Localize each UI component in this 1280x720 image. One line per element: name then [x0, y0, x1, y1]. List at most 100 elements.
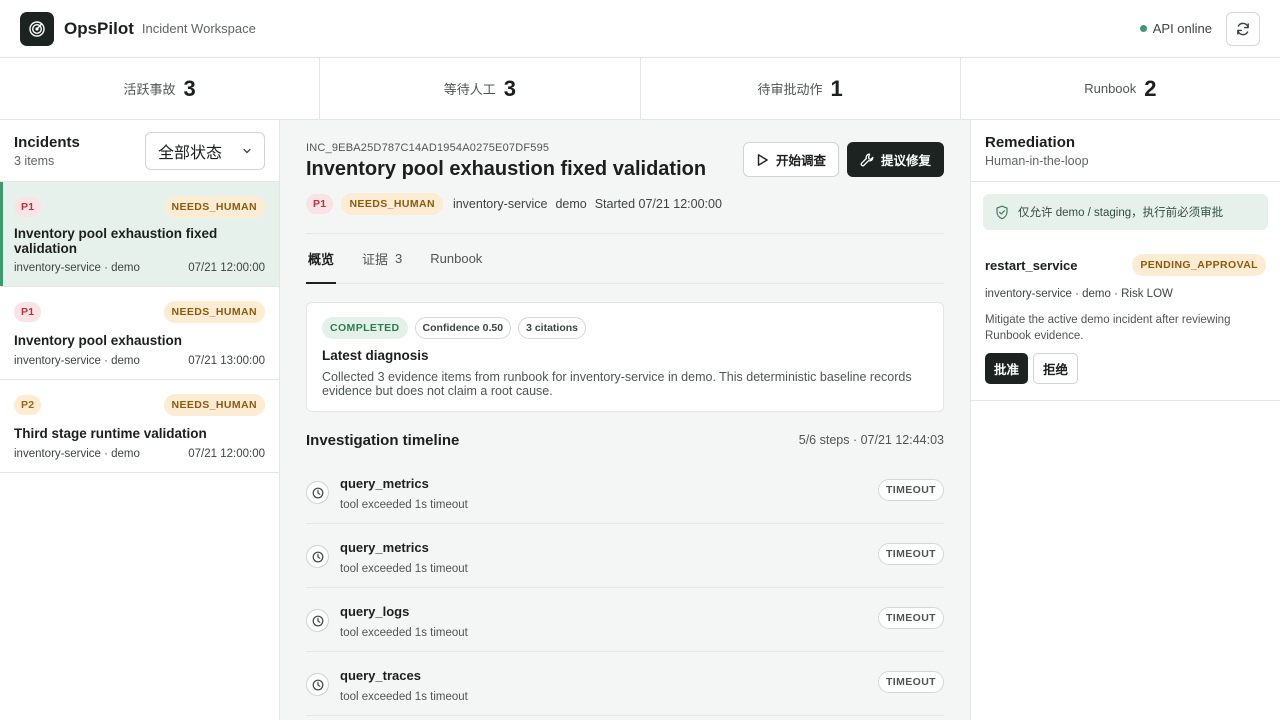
- step-status-badge: TIMEOUT: [877, 543, 944, 565]
- suggest-fix-button[interactable]: 提议修复: [846, 142, 944, 177]
- stat-value: 3: [183, 75, 196, 101]
- remediation-header: Remediation Human-in-the-loop: [971, 120, 1280, 182]
- spiral-logo-icon[interactable]: [20, 11, 54, 46]
- approve-button[interactable]: 批准: [985, 353, 1029, 384]
- remediation-panel: Remediation Human-in-the-loop 仅允许 demo /…: [970, 120, 1280, 720]
- stat-pending-actions: 待审批动作 1: [641, 58, 961, 119]
- incident-detail-panel: INC_9EBA25D787C14AD1954A0275E07DF595 Inv…: [280, 120, 970, 720]
- action-status-badge: PENDING_APPROVAL: [1132, 254, 1266, 276]
- status-filter-value: 全部状态: [158, 144, 223, 162]
- priority-badge: P1: [306, 194, 334, 214]
- timeline-list: query_metrics tool exceeded 1s timeout T…: [306, 460, 944, 716]
- stat-label: 等待人工: [443, 82, 496, 97]
- api-status: API online: [1139, 21, 1212, 36]
- status-filter-select[interactable]: 全部状态: [145, 131, 265, 170]
- step-desc: tool exceeded 1s timeout: [340, 499, 468, 511]
- workspace-name: Incident Workspace: [141, 21, 256, 36]
- detail-actions: 开始调查 提议修复: [742, 142, 944, 177]
- stat-label: 待审批动作: [757, 82, 823, 97]
- incident-started: Started 07/21 12:00:00: [594, 197, 722, 211]
- tab-label: Runbook: [430, 251, 483, 266]
- wrench-icon: [860, 153, 874, 166]
- stat-value: 3: [503, 75, 516, 101]
- timeline-step[interactable]: query_logs tool exceeded 1s timeout TIME…: [306, 588, 944, 652]
- tab-count: 3: [395, 251, 403, 266]
- tab-runbook[interactable]: Runbook: [428, 234, 484, 283]
- step-status-badge: TIMEOUT: [877, 671, 944, 693]
- tab-overview[interactable]: 概览: [306, 234, 337, 284]
- incident-count: 3 items: [14, 153, 55, 168]
- policy-notice: 仅允许 demo / staging，执行前必须审批: [983, 194, 1268, 230]
- start-investigation-button[interactable]: 开始调查: [742, 142, 839, 177]
- incident-title: Inventory pool exhaustion: [14, 333, 183, 348]
- remediation-action-card: restart_service PENDING_APPROVAL invento…: [971, 230, 1280, 401]
- detail-tabs: 概览 证据 3 Runbook: [306, 234, 944, 284]
- status-badge: NEEDS_HUMAN: [163, 301, 265, 323]
- stats-strip: 活跃事故 3 等待人工 3 待审批动作 1 Runbook 2: [0, 58, 1280, 120]
- tab-label: 概览: [308, 252, 335, 267]
- priority-badge: P2: [14, 395, 42, 415]
- citations-badge: 3 citations: [518, 317, 586, 339]
- incident-time: 07/21 12:00:00: [188, 448, 265, 460]
- incident-list-item[interactable]: P1 NEEDS_HUMAN Inventory pool exhaustion…: [0, 287, 279, 380]
- timeline-step[interactable]: query_metrics tool exceeded 1s timeout T…: [306, 460, 944, 524]
- panel-title: Incidents: [14, 133, 80, 151]
- policy-notice-text: 仅允许 demo / staging，执行前必须审批: [1018, 207, 1224, 219]
- step-desc: tool exceeded 1s timeout: [340, 563, 468, 575]
- top-bar: OpsPilot Incident Workspace API online: [0, 0, 1280, 58]
- diagnosis-text: Collected 3 evidence items from runbook …: [322, 370, 912, 398]
- api-status-label: API online: [1152, 21, 1212, 36]
- shield-check-icon: [996, 205, 1008, 219]
- play-icon: [757, 153, 768, 166]
- stat-runbooks: Runbook 2: [961, 58, 1280, 119]
- refresh-button[interactable]: [1226, 11, 1260, 46]
- incident-list-item[interactable]: P1 NEEDS_HUMAN Inventory pool exhaustion…: [0, 182, 279, 287]
- timeline-step[interactable]: query_metrics tool exceeded 1s timeout T…: [306, 524, 944, 588]
- incident-meta: inventory-service · demo: [14, 262, 140, 274]
- brand-name: OpsPilot: [64, 18, 134, 38]
- status-dot-icon: [1139, 25, 1147, 32]
- stat-active-incidents: 活跃事故 3: [0, 58, 321, 119]
- incident-list-item[interactable]: P2 NEEDS_HUMAN Third stage runtime valid…: [0, 380, 279, 473]
- incident-time: 07/21 12:00:00: [188, 262, 265, 274]
- step-status-badge: TIMEOUT: [877, 479, 944, 501]
- tab-label: 证据: [362, 252, 389, 267]
- status-badge: NEEDS_HUMAN: [163, 196, 265, 218]
- stat-label: Runbook: [1084, 81, 1137, 96]
- start-investigation-label: 开始调查: [775, 154, 826, 168]
- incident-meta: inventory-service · demo: [14, 355, 140, 367]
- step-name: query_metrics: [340, 540, 429, 555]
- stat-label: 活跃事故: [123, 82, 176, 97]
- timeline-title: Investigation timeline: [306, 431, 460, 449]
- step-name: query_metrics: [340, 476, 429, 491]
- refresh-icon: [1237, 22, 1249, 35]
- suggest-fix-label: 提议修复: [880, 154, 931, 168]
- incident-title: Inventory pool exhaustion fixed validati…: [14, 226, 218, 256]
- incident-meta: inventory-service · demo: [14, 448, 140, 460]
- confidence-badge: Confidence 0.50: [414, 317, 512, 339]
- clock-icon: [306, 673, 329, 696]
- timeline-step[interactable]: query_traces tool exceeded 1s timeout TI…: [306, 652, 944, 716]
- diagnosis-card: COMPLETED Confidence 0.50 3 citations La…: [306, 302, 944, 412]
- panel-subtitle: Human-in-the-loop: [985, 154, 1089, 168]
- status-badge: NEEDS_HUMAN: [163, 394, 265, 416]
- tab-evidence[interactable]: 证据 3: [360, 234, 404, 283]
- priority-badge: P1: [14, 302, 42, 322]
- step-name: query_traces: [340, 668, 421, 683]
- step-status-badge: TIMEOUT: [877, 607, 944, 629]
- incident-title: Third stage runtime validation: [14, 426, 207, 441]
- reject-button[interactable]: 拒绝: [1033, 353, 1079, 384]
- diagnosis-title: Latest diagnosis: [322, 348, 429, 363]
- stat-value: 1: [830, 75, 843, 101]
- incident-meta-row: P1 NEEDS_HUMAN inventory-service demo St…: [306, 193, 944, 215]
- incident-list-panel: Incidents 3 items 全部状态 P1 NEEDS_HUMAN In…: [0, 120, 280, 720]
- panel-title: Remediation: [985, 134, 1076, 151]
- step-desc: tool exceeded 1s timeout: [340, 627, 468, 639]
- timeline-meta: 5/6 steps · 07/21 12:44:03: [798, 433, 944, 447]
- diagnosis-state-badge: COMPLETED: [322, 317, 408, 339]
- incident-time: 07/21 13:00:00: [188, 355, 265, 367]
- step-name: query_logs: [340, 604, 410, 619]
- status-badge: NEEDS_HUMAN: [341, 193, 443, 215]
- incident-service: inventory-service: [452, 197, 548, 211]
- priority-badge: P1: [14, 197, 42, 217]
